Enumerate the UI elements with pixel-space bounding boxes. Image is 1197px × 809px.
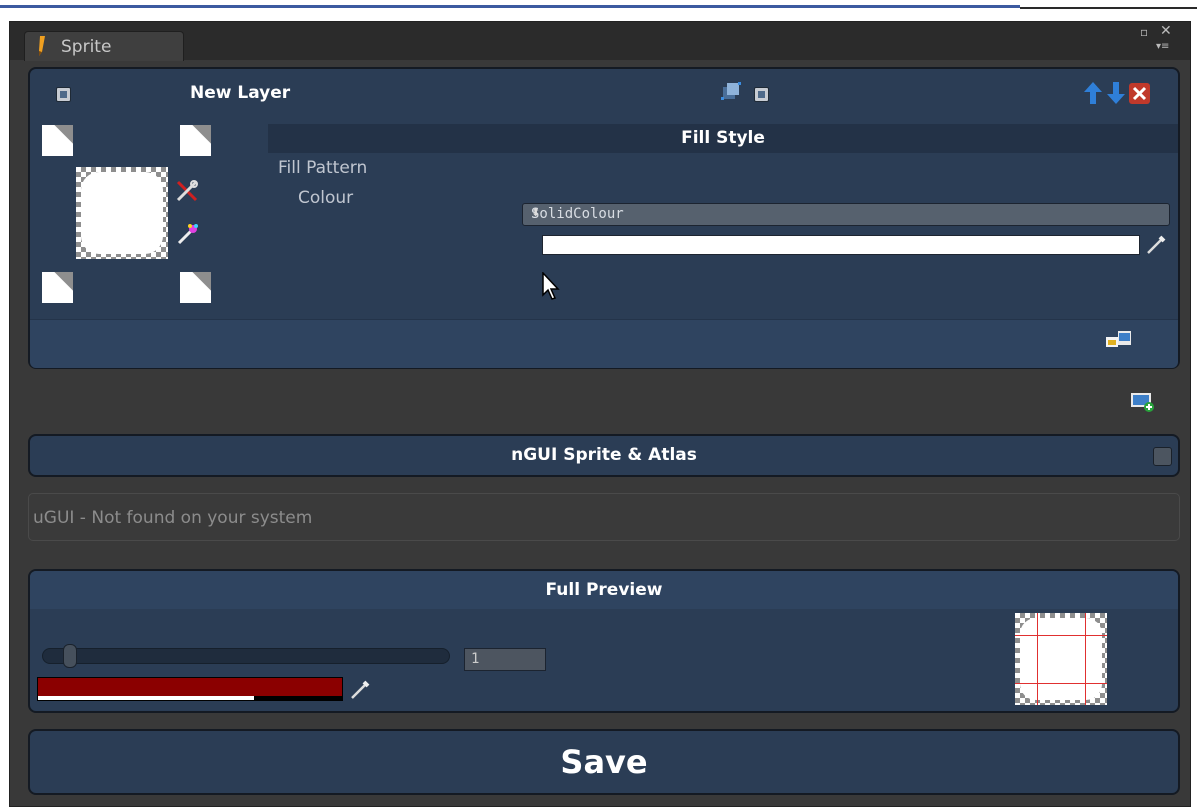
image-export-icon[interactable] bbox=[1106, 329, 1132, 351]
fill-style-header: Fill Style bbox=[268, 124, 1178, 153]
fill-style-title: Fill Style bbox=[681, 128, 765, 148]
full-preview-title: Full Preview bbox=[545, 580, 663, 600]
zoom-value-field[interactable]: 1 bbox=[464, 648, 546, 671]
zoom-slider-thumb[interactable] bbox=[63, 644, 77, 668]
colour-label: Colour bbox=[298, 188, 354, 208]
tab-label: Sprite bbox=[61, 37, 112, 57]
dropdown-arrow-icon: ⬍ bbox=[531, 206, 541, 219]
mouse-cursor bbox=[542, 272, 560, 300]
zoom-slider-track[interactable] bbox=[42, 644, 450, 668]
background-colour-field[interactable] bbox=[37, 677, 343, 701]
ugui-panel: uGUI - Not found on your system bbox=[28, 493, 1180, 541]
corner-top-right[interactable] bbox=[180, 125, 211, 156]
shape-preview bbox=[76, 167, 168, 259]
alpha-bar bbox=[38, 696, 342, 700]
colour-field[interactable] bbox=[542, 235, 1140, 255]
tab-bar: Sprite ▫ ✕ ▾≡ bbox=[10, 22, 1190, 61]
magic-wand-icon[interactable] bbox=[176, 222, 200, 246]
ugui-message: uGUI - Not found on your system bbox=[33, 508, 313, 528]
preview-thumbnail bbox=[1015, 613, 1107, 705]
alpha-bar-fill bbox=[38, 696, 254, 700]
host-title-line bbox=[0, 5, 1020, 8]
save-label: Save bbox=[560, 743, 648, 781]
pencil-icon bbox=[39, 36, 45, 56]
layer-name[interactable]: New Layer bbox=[190, 83, 290, 103]
delete-icon[interactable] bbox=[1129, 83, 1150, 104]
fill-pattern-dropdown[interactable]: SolidColour ⬍ bbox=[522, 203, 1170, 226]
tools-icon[interactable] bbox=[175, 179, 199, 203]
close-icon[interactable]: ✕ bbox=[1160, 23, 1172, 39]
corner-top-left[interactable] bbox=[42, 125, 73, 156]
save-button[interactable]: Save bbox=[28, 729, 1180, 795]
eyedropper-icon[interactable] bbox=[350, 678, 372, 700]
eyedropper-icon[interactable] bbox=[1146, 233, 1168, 255]
host-line-dark bbox=[1020, 7, 1197, 9]
ngui-panel: nGUI Sprite & Atlas bbox=[28, 434, 1180, 477]
full-preview-panel: Full Preview 1 bbox=[28, 569, 1180, 713]
ngui-enabled-checkbox[interactable] bbox=[1153, 447, 1172, 466]
layer-enabled-checkbox[interactable] bbox=[56, 87, 71, 102]
layer-footer bbox=[30, 319, 1178, 368]
zoom-value: 1 bbox=[471, 651, 480, 667]
slice-guide-h1 bbox=[1015, 635, 1107, 636]
arrow-down-icon[interactable] bbox=[1107, 82, 1125, 104]
corner-bottom-left[interactable] bbox=[42, 272, 73, 303]
ngui-title: nGUI Sprite & Atlas bbox=[511, 445, 697, 465]
layer-panel: New Layer Fill Style Fill Pattern SolidC… bbox=[28, 67, 1180, 369]
maximize-icon[interactable]: ▫ bbox=[1140, 25, 1148, 39]
slice-guide-h2 bbox=[1015, 683, 1107, 684]
slice-guide-v1 bbox=[1037, 613, 1038, 705]
slice-guide-v2 bbox=[1085, 613, 1086, 705]
layer-header: New Layer bbox=[30, 69, 1178, 115]
corner-bottom-right[interactable] bbox=[180, 272, 211, 303]
host-top-border bbox=[0, 0, 1197, 9]
add-layer-icon[interactable] bbox=[1130, 390, 1156, 414]
full-preview-header: Full Preview bbox=[30, 571, 1178, 609]
arrow-up-icon[interactable] bbox=[1084, 82, 1102, 104]
tab-sprite[interactable]: Sprite bbox=[24, 31, 184, 61]
transform-checkbox[interactable] bbox=[754, 87, 769, 102]
menu-icon[interactable]: ▾≡ bbox=[1156, 41, 1169, 52]
sprite-editor-window: Sprite ▫ ✕ ▾≡ New Layer Fill Style Fill … bbox=[9, 21, 1191, 807]
fill-pattern-label: Fill Pattern bbox=[278, 158, 368, 178]
transform-icon[interactable] bbox=[720, 81, 742, 103]
